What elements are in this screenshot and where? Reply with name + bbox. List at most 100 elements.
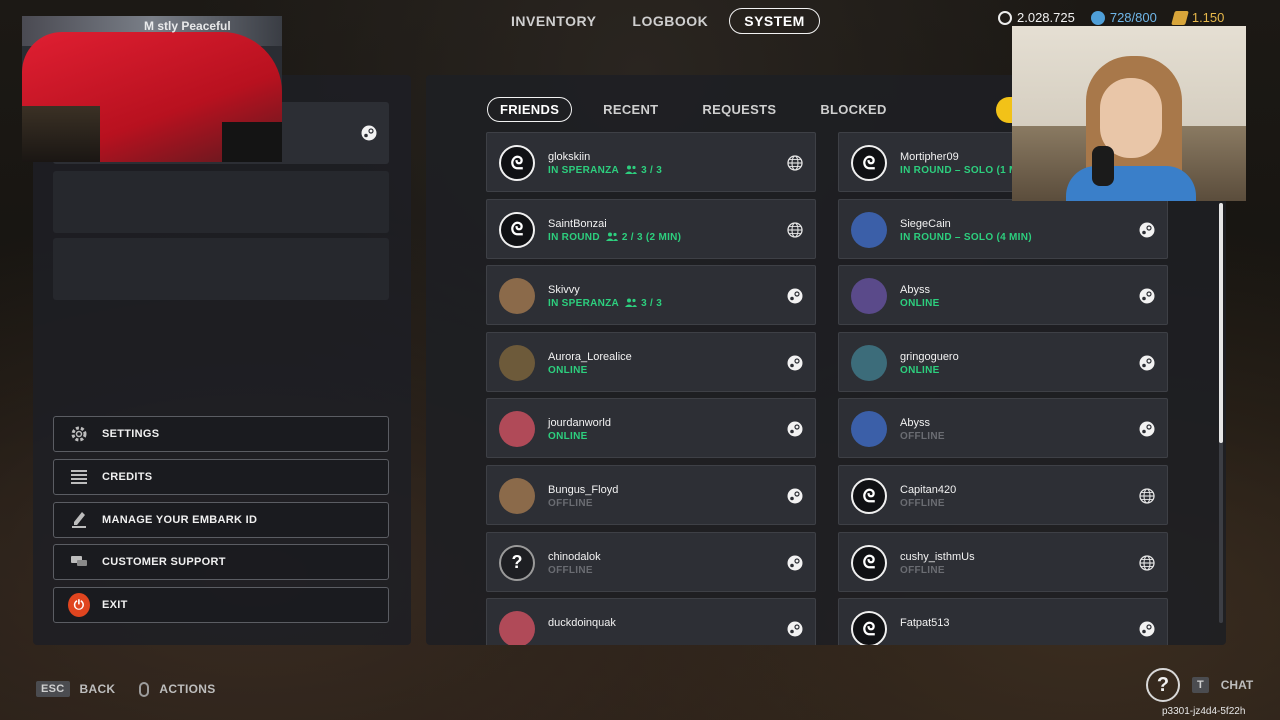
- actions-button[interactable]: ACTIONS: [159, 682, 215, 696]
- friend-card[interactable]: ᘓ cushy_isthmUs OFFLINE: [838, 531, 1168, 592]
- friend-name: gringoguero: [900, 350, 959, 363]
- friend-name: cushy_isthmUs: [900, 550, 975, 563]
- tab-requests[interactable]: REQUESTS: [689, 97, 789, 122]
- friend-card[interactable]: ᘓ glokskiin IN SPERANZA 3 / 3: [486, 132, 816, 192]
- friend-avatar: [851, 278, 887, 315]
- friend-name: Abyss: [900, 417, 930, 430]
- friend-status-text: ONLINE: [548, 364, 588, 376]
- tab-recent[interactable]: RECENT: [590, 97, 671, 122]
- friend-name: Fatpat513: [900, 617, 950, 630]
- scrollbar-thumb[interactable]: [1219, 203, 1223, 443]
- friend-status: ONLINE: [548, 365, 588, 376]
- party-size: 2 / 3 (2 MIN): [621, 231, 682, 243]
- friend-card[interactable]: Abyss ONLINE: [838, 265, 1168, 326]
- friend-status: OFFLINE: [900, 565, 945, 576]
- friend-name: Bungus_Floyd: [548, 484, 619, 496]
- friend-status-text: OFFLINE: [548, 564, 593, 576]
- friend-card[interactable]: ᘓ Capitan420 OFFLINE: [838, 465, 1168, 525]
- steam-icon: [787, 488, 803, 504]
- friend-status: OFFLINE: [900, 431, 945, 442]
- friend-status-text: IN ROUND: [548, 231, 600, 243]
- globe-icon: [787, 221, 803, 238]
- friend-name: Skivvy: [548, 284, 580, 297]
- chat-bubbles-icon: [68, 552, 90, 572]
- raider-token-icon: [1170, 10, 1189, 25]
- tab-friends[interactable]: FRIENDS: [487, 97, 573, 122]
- back-button[interactable]: BACK: [80, 682, 116, 696]
- stream-title: M stly Peaceful: [144, 19, 231, 33]
- party-size: 3 / 3: [641, 298, 663, 310]
- friend-card[interactable]: SiegeCain IN ROUND – SOLO (4 MIN): [838, 198, 1168, 259]
- chat-key: T: [1192, 677, 1209, 693]
- friend-status: OFFLINE: [548, 565, 593, 576]
- manage-embark-id-button[interactable]: MANAGE YOUR EMBARK ID: [53, 502, 389, 538]
- friend-status-text: IN SPERANZA: [548, 298, 620, 310]
- stream-chat: [222, 122, 282, 162]
- friend-card[interactable]: jourdanworld ONLINE: [486, 398, 816, 459]
- friend-card[interactable]: gringoguero ONLINE: [838, 331, 1168, 392]
- chat-button[interactable]: CHAT: [1221, 678, 1253, 692]
- microphone: [1092, 146, 1114, 186]
- exit-button[interactable]: ⏻ EXIT: [53, 587, 389, 623]
- tab-logbook[interactable]: LOGBOOK: [617, 8, 723, 34]
- friend-avatar: [851, 344, 887, 381]
- credits-button[interactable]: CREDITS: [53, 459, 389, 495]
- friend-status: IN ROUND – SOLO (4 MIN): [900, 232, 1032, 243]
- friend-card[interactable]: Skivvy IN SPERANZA 3 / 3: [486, 265, 816, 326]
- friend-name: duckdoinquak: [548, 617, 616, 630]
- help-icon[interactable]: ?: [1146, 668, 1180, 702]
- friend-card[interactable]: duckdoinquak: [486, 598, 816, 645]
- embark-logo-avatar: ᘓ: [499, 211, 535, 248]
- steam-icon: [787, 421, 803, 437]
- steam-icon: [1139, 288, 1155, 304]
- webcam-overlay: [1012, 26, 1246, 201]
- friend-card[interactable]: ᘓ Fatpat513: [838, 598, 1168, 645]
- embark-logo-avatar: ᘓ: [851, 611, 887, 645]
- settings-label: SETTINGS: [102, 428, 160, 440]
- friend-card[interactable]: Bungus_Floyd OFFLINE: [486, 465, 816, 525]
- coin-icon: [998, 10, 1012, 25]
- globe-icon: [1139, 554, 1155, 571]
- friend-card[interactable]: ᘓ SaintBonzai IN ROUND 2 / 3 (2 MIN): [486, 198, 816, 259]
- friend-name: glokskiin: [548, 151, 591, 163]
- exit-icon-wrap: ⏻: [68, 593, 90, 617]
- friend-name: Mortipher09: [900, 151, 959, 163]
- steam-icon: [787, 555, 803, 571]
- esc-key: ESC: [36, 681, 70, 697]
- friend-status-text: OFFLINE: [548, 498, 593, 509]
- friend-name: Abyss: [900, 284, 930, 297]
- tab-inventory[interactable]: INVENTORY: [496, 8, 611, 34]
- support-label: CUSTOMER SUPPORT: [102, 556, 226, 568]
- friend-status: IN SPERANZA 3 / 3: [548, 298, 662, 309]
- customer-support-button[interactable]: CUSTOMER SUPPORT: [53, 544, 389, 580]
- friend-name: jourdanworld: [548, 417, 611, 430]
- friend-status-text: ONLINE: [548, 431, 588, 443]
- friend-status: ONLINE: [900, 298, 940, 309]
- friend-avatar: [499, 478, 535, 514]
- friend-name: Capitan420: [900, 484, 957, 496]
- default-avatar-icon: ?: [499, 544, 535, 581]
- bottom-right-hints: ? T CHAT: [1146, 668, 1253, 702]
- friend-status-text: OFFLINE: [900, 498, 945, 509]
- friend-status: IN SPERANZA 3 / 3: [548, 165, 662, 176]
- pen-icon: [68, 510, 90, 530]
- power-icon: ⏻: [68, 593, 90, 617]
- friend-avatar: [499, 344, 535, 381]
- raider-currency: 1.150: [1170, 10, 1224, 25]
- tab-blocked[interactable]: BLOCKED: [807, 97, 899, 122]
- friend-status-text: IN SPERANZA: [548, 165, 620, 176]
- settings-button[interactable]: SETTINGS: [53, 416, 389, 452]
- steam-icon: [1139, 222, 1155, 238]
- currency-bar: 2.028.725 728/800 1.150: [998, 10, 1224, 25]
- stream-preview: M stly Peaceful: [22, 16, 282, 162]
- top-nav: INVENTORY LOGBOOK SYSTEM: [496, 8, 820, 34]
- friend-list-scrollbar[interactable]: [1219, 203, 1223, 623]
- friend-card[interactable]: Abyss OFFLINE: [838, 398, 1168, 459]
- friend-status: OFFLINE: [548, 498, 593, 509]
- friend-name: SiegeCain: [900, 217, 951, 230]
- tab-system[interactable]: SYSTEM: [729, 8, 820, 34]
- friend-status-text: ONLINE: [900, 298, 940, 310]
- friend-card[interactable]: Aurora_Lorealice ONLINE: [486, 331, 816, 392]
- empty-slot: [53, 238, 389, 300]
- friend-card[interactable]: ? chinodalok OFFLINE: [486, 531, 816, 592]
